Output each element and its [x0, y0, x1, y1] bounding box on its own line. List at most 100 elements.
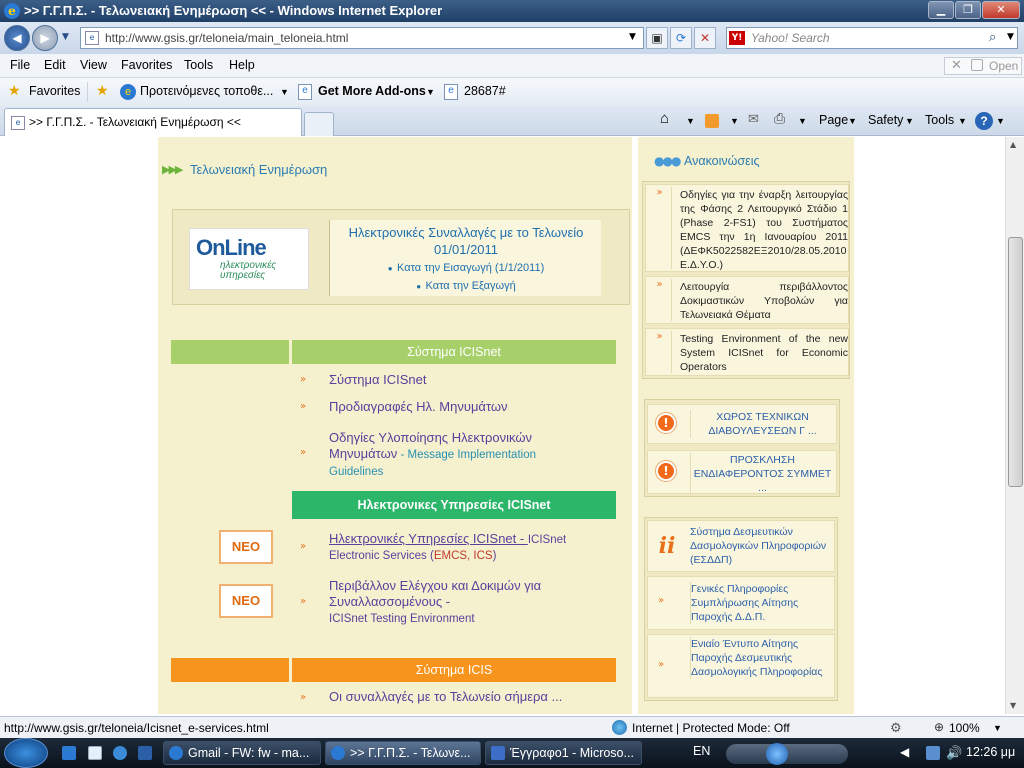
- notice-item[interactable]: ! ΧΩΡΟΣ ΤΕΧΝΙΚΩΝ ΔΙΑΒΟΥΛΕΥΣΕΩΝ Γ ...: [647, 404, 837, 444]
- notice-text[interactable]: ΧΩΡΟΣ ΤΕΧΝΙΚΩΝ ΔΙΑΒΟΥΛΕΥΣΕΩΝ Γ ...: [690, 410, 832, 438]
- chevron-down-icon[interactable]: ▼: [686, 116, 695, 126]
- stop-icon[interactable]: ✕: [694, 27, 716, 49]
- address-field[interactable]: e http://www.gsis.gr/teloneia/main_telon…: [80, 27, 644, 49]
- favorites-button[interactable]: Favorites: [29, 84, 80, 98]
- compatibility-icon[interactable]: ▣: [646, 27, 668, 49]
- notice-item[interactable]: ! ΠΡΟΣΚΛΗΣΗ ΕΝΔΙΑΦΕΡΟΝΤΟΣ ΣΥΜΜΕΤ ...: [647, 450, 837, 495]
- link-eservices[interactable]: Ηλεκτρονικές Υπηρεσίες ICISnet: [329, 531, 516, 546]
- online-heading[interactable]: Ηλεκτρονικές Συναλλαγές με το Τελωνείο 0…: [330, 224, 602, 258]
- import-link[interactable]: ● Κατα την Εισαγωγή (1/1/2011): [330, 262, 602, 274]
- menu-edit[interactable]: Edit: [44, 58, 66, 72]
- page-menu[interactable]: Page: [819, 113, 848, 127]
- taskbar-item-gmail[interactable]: Gmail - FW: fw - ma...: [163, 741, 321, 765]
- open-toolbar[interactable]: ✕ Open: [944, 57, 1022, 75]
- menu-favorites[interactable]: Favorites: [121, 58, 172, 72]
- announcement-item[interactable]: » Testing Environment of the new System …: [645, 328, 849, 376]
- close-small-icon[interactable]: ✕: [951, 58, 962, 73]
- export-link[interactable]: ● Κατα την Εξαγωγή: [330, 280, 602, 292]
- info-item[interactable]: » Ενιαίο Έντυπο Αίτησης Παροχής Δεσμευτι…: [647, 634, 835, 698]
- link-testing[interactable]: Περιβάλλον Ελέγχου και Δοκιμών για Συναλ…: [329, 578, 541, 609]
- menu-help[interactable]: Help: [229, 58, 255, 72]
- new-tab-button[interactable]: [304, 112, 334, 136]
- suggested-sites[interactable]: Προτεινόμενες τοποθε...: [140, 84, 273, 98]
- chevron-down-icon[interactable]: ▼: [958, 116, 967, 126]
- start-button[interactable]: [4, 738, 48, 768]
- menu-view[interactable]: View: [80, 58, 107, 72]
- volume-icon[interactable]: 🔊: [946, 745, 962, 761]
- search-dropdown-icon[interactable]: ▼: [1007, 32, 1014, 42]
- refresh-icon[interactable]: ⟳: [670, 27, 692, 49]
- chevron-down-icon[interactable]: ▼: [426, 87, 435, 97]
- media-player-controls[interactable]: [726, 743, 848, 765]
- minimize-button[interactable]: ▁: [928, 1, 954, 19]
- search-icon[interactable]: ⌕: [989, 30, 996, 45]
- chevron-down-icon[interactable]: ▼: [996, 116, 1005, 126]
- print-icon[interactable]: ⎙: [774, 110, 785, 127]
- language-indicator[interactable]: EN: [693, 744, 710, 758]
- link-message-specs[interactable]: Προδιαγραφές Ηλ. Μηνυμάτων: [329, 399, 508, 415]
- history-dropdown-icon[interactable]: ▼: [62, 32, 69, 42]
- eservices-sub-codes[interactable]: EMCS, ICS: [434, 550, 493, 562]
- info-item[interactable]: ii Σύστημα Δεσμευτικών Δασμολογικών Πληρ…: [647, 520, 835, 572]
- maximize-button[interactable]: ❐: [955, 1, 981, 19]
- security-icon[interactable]: ⚙: [890, 720, 902, 736]
- back-button[interactable]: ◀: [4, 25, 30, 51]
- testing-sub[interactable]: ICISnet Testing Environment: [329, 613, 475, 625]
- chevron-down-icon[interactable]: ▼: [848, 116, 857, 126]
- show-desktop-icon[interactable]: [62, 746, 76, 760]
- guidelines-item[interactable]: Οδηγίες Υλοποίησης Ηλεκτρονικών Μηνυμάτω…: [329, 430, 589, 480]
- scroll-thumb[interactable]: [1008, 237, 1023, 487]
- zoom-level[interactable]: 100%: [949, 721, 980, 735]
- vertical-scrollbar[interactable]: ▲ ▼: [1005, 137, 1024, 714]
- chevron-down-icon[interactable]: ▼: [993, 723, 1002, 733]
- home-icon[interactable]: ⌂: [660, 110, 669, 127]
- export-link-text[interactable]: Κατα την Εξαγωγή: [426, 280, 516, 292]
- import-link-text[interactable]: Κατα την Εισαγωγή (1/1/2011): [397, 262, 544, 274]
- help-icon[interactable]: ?: [975, 112, 993, 130]
- forward-button[interactable]: ▶: [32, 25, 58, 51]
- search-input[interactable]: Y! Yahoo! Search ⌕ ▼: [726, 27, 1018, 49]
- info-text[interactable]: Γενικές Πληροφορίες Συμπλήρωσης Αίτησης …: [690, 582, 832, 624]
- rss-icon[interactable]: [705, 114, 719, 128]
- network-icon[interactable]: [926, 746, 940, 760]
- taskbar-item-gsis[interactable]: >> Γ.Γ.Π.Σ. - Τελωνε...: [325, 741, 481, 765]
- link-icis-today[interactable]: Οι συναλλαγές με το Τελωνείο σήμερα ...: [329, 689, 562, 705]
- info-text[interactable]: Ενιαίο Έντυπο Αίτησης Παροχής Δεσμευτική…: [690, 637, 832, 679]
- safety-menu[interactable]: Safety: [868, 113, 903, 127]
- chevron-down-icon[interactable]: ▼: [730, 116, 739, 126]
- info-text[interactable]: Σύστημα Δεσμευτικών Δασμολογικών Πληροφο…: [690, 525, 832, 567]
- online-logo[interactable]: OnLine ηλεκτρονικές υπηρεσίες: [189, 228, 309, 290]
- close-button[interactable]: ✕: [982, 1, 1020, 19]
- mail-icon[interactable]: ✉: [748, 111, 759, 127]
- chevron-down-icon[interactable]: ▼: [798, 116, 807, 126]
- taskbar-item-word[interactable]: Έγγραφο1 - Microso...: [485, 741, 642, 765]
- menu-tools[interactable]: Tools: [184, 58, 213, 72]
- quick-launch-icon[interactable]: [113, 746, 127, 760]
- favorite-item[interactable]: 28687#: [464, 84, 506, 98]
- announcement-item[interactable]: » Λειτουργία περιβάλλοντος Δοκιμαστικών …: [645, 276, 849, 324]
- announcement-text[interactable]: Λειτουργία περιβάλλοντος Δοκιμαστικών Υπ…: [680, 280, 848, 322]
- url-dropdown-icon[interactable]: ▼: [629, 32, 636, 42]
- quick-launch-icon[interactable]: [88, 746, 102, 760]
- tab-active[interactable]: e >> Γ.Γ.Π.Σ. - Τελωνειακή Ενημέρωση <<: [4, 108, 302, 136]
- add-favorite-icon[interactable]: ★: [96, 82, 109, 99]
- notice-text[interactable]: ΠΡΟΣΚΛΗΣΗ ΕΝΔΙΑΦΕΡΟΝΤΟΣ ΣΥΜΜΕΤ ...: [690, 453, 832, 495]
- eservices-item[interactable]: Ηλεκτρονικές Υπηρεσίες ICISnet - ICISnet…: [329, 531, 609, 564]
- announcement-text[interactable]: Testing Environment of the new System IC…: [680, 332, 848, 374]
- chevron-down-icon[interactable]: ▼: [905, 116, 914, 126]
- clock[interactable]: 12:26 μμ: [966, 745, 1015, 759]
- get-addons[interactable]: Get More Add-ons: [318, 84, 426, 98]
- chevron-down-icon[interactable]: ▼: [280, 87, 289, 97]
- menu-file[interactable]: File: [10, 58, 30, 72]
- scroll-down-icon[interactable]: ▼: [1010, 701, 1016, 710]
- play-icon[interactable]: [766, 743, 788, 765]
- link-icisnet-system[interactable]: Σύστημα ICISnet: [329, 372, 427, 388]
- tools-menu[interactable]: Tools: [925, 113, 954, 127]
- quick-launch-icon[interactable]: [138, 746, 152, 760]
- scroll-up-icon[interactable]: ▲: [1010, 140, 1016, 149]
- announcement-item[interactable]: » Οδηγίες για την έναρξη λειτουργίας της…: [645, 184, 849, 272]
- info-item[interactable]: » Γενικές Πληροφορίες Συμπλήρωσης Αίτηση…: [647, 576, 835, 630]
- zone-text[interactable]: Internet | Protected Mode: Off: [632, 721, 790, 735]
- announcement-text[interactable]: Οδηγίες για την έναρξη λειτουργίας της Φ…: [680, 188, 848, 272]
- tray-expand-icon[interactable]: ◀: [900, 745, 909, 759]
